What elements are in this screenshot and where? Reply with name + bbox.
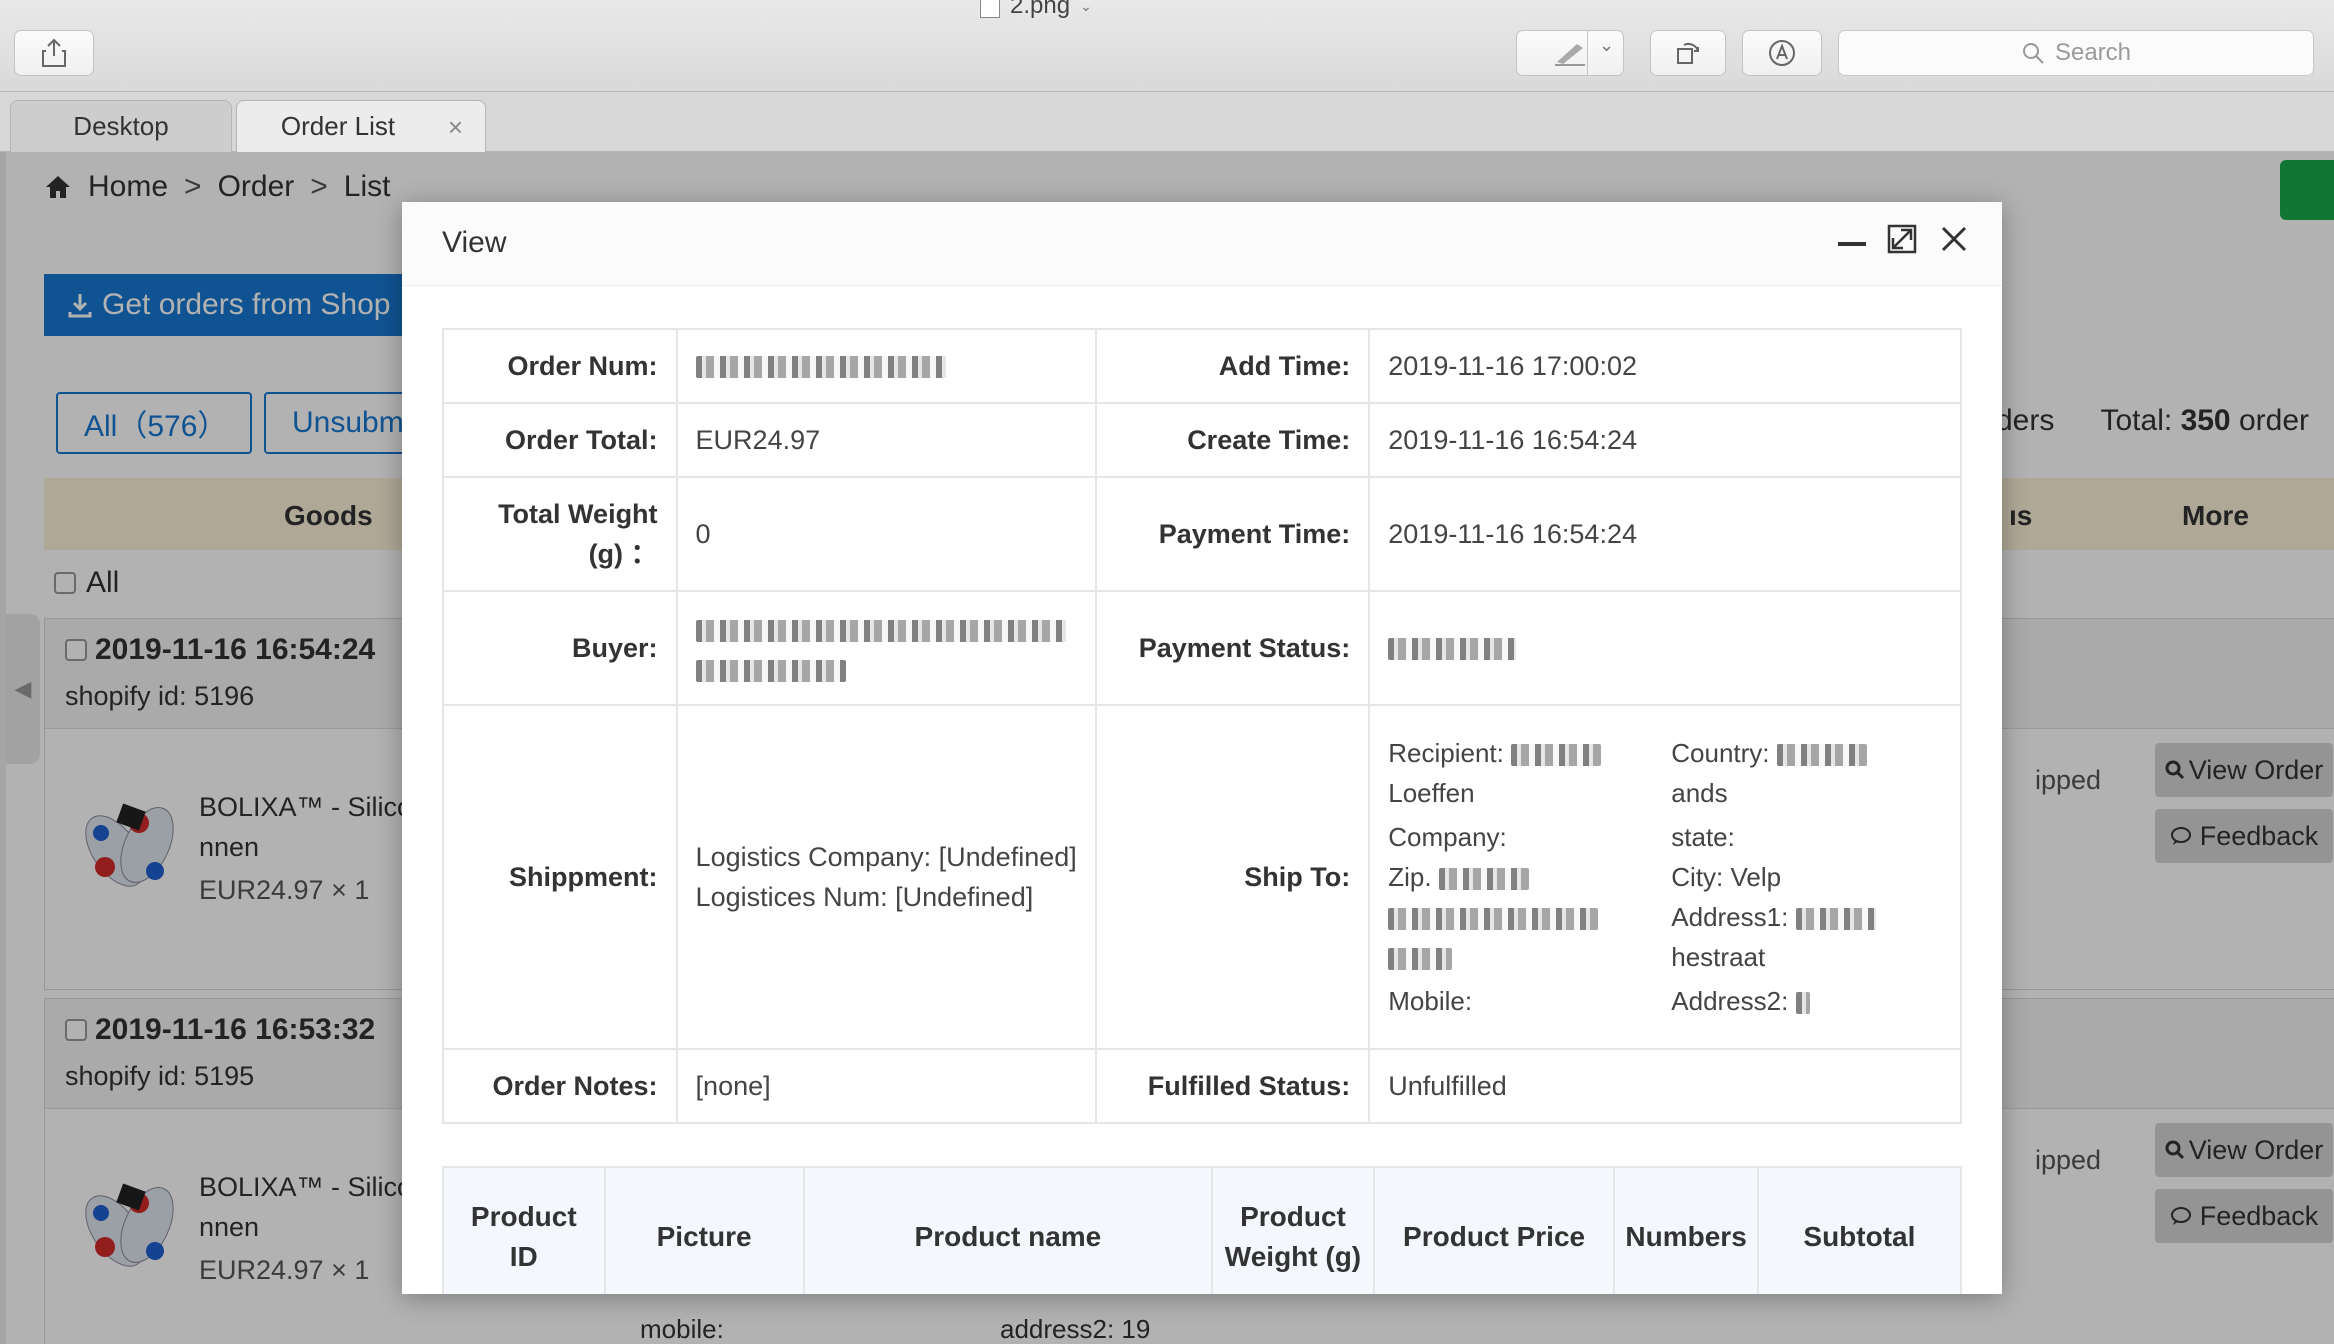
add-time-value: 2019-11-16 17:00:02 — [1368, 328, 1962, 404]
rotate-button[interactable] — [1650, 30, 1726, 76]
search-placeholder: Search — [2054, 39, 2132, 66]
window-title[interactable]: 2.png ⌄ — [980, 0, 1092, 20]
redacted-text — [1388, 638, 1517, 661]
order-total-value: EUR24.97 — [675, 402, 1098, 478]
create-time-value: 2019-11-16 16:54:24 — [1368, 402, 1962, 478]
order-notes-value: [none] — [675, 1048, 1098, 1124]
city-label: City: Velp — [1671, 862, 1782, 892]
ship-to-value: Recipient: Loeffen Country: ands Company… — [1368, 704, 1962, 1050]
column-subtotal: Subtotal — [1756, 1166, 1963, 1294]
fulfilled-status-value: Unfulfilled — [1368, 1048, 1962, 1124]
total-weight-value: 0 — [675, 476, 1098, 592]
column-product-name: Product name — [802, 1166, 1214, 1294]
annotate-icon — [1769, 40, 1795, 66]
address2-field: Address2: — [1671, 981, 1911, 1021]
country-field: Country: ands — [1671, 733, 1911, 813]
zip-label: Zip. — [1388, 862, 1432, 892]
order-num-value — [675, 328, 1098, 404]
close-icon[interactable] — [1936, 224, 1972, 260]
view-order-modal: View Order Num: Add Time: 2019-11-16 17:… — [402, 202, 2002, 1294]
redacted-text — [1438, 868, 1529, 891]
redacted-text — [1795, 908, 1876, 931]
markup-icon — [1555, 44, 1585, 66]
address1-field: Address1: hestraat — [1671, 897, 1911, 977]
file-name: 2.png — [1010, 0, 1071, 19]
buyer-label: Buyer: — [442, 590, 678, 706]
order-detail-table: Order Num: Add Time: 2019-11-16 17:00:02… — [442, 328, 1962, 1124]
add-time-label: Add Time: — [1095, 328, 1371, 404]
address2-label: Address2: — [1671, 986, 1789, 1016]
address1-label: Address1: — [1671, 902, 1789, 932]
column-numbers: Numbers — [1613, 1166, 1759, 1294]
column-product-id: Product ID — [442, 1166, 606, 1294]
payment-status-value — [1368, 590, 1962, 706]
logistics-company: Logistics Company: [Undefined] — [695, 842, 1077, 872]
redacted-text — [695, 356, 946, 379]
ship-to-grid: Recipient: Loeffen Country: ands Company… — [1388, 733, 1942, 1021]
redacted-text — [1795, 992, 1810, 1015]
ship-to-label: Ship To: — [1095, 704, 1371, 1050]
buyer-value — [675, 590, 1098, 706]
country-tail: ands — [1671, 778, 1728, 808]
file-icon — [980, 0, 1000, 18]
modal-title: View — [442, 226, 507, 259]
address1-tail: hestraat — [1671, 942, 1766, 972]
annotate-button[interactable] — [1742, 30, 1822, 76]
search-icon — [2022, 43, 2044, 64]
redacted-line — [1388, 897, 1671, 977]
shipment-label: Shippment: — [442, 704, 678, 1050]
close-icon[interactable]: × — [448, 112, 463, 143]
state-label: state: — [1671, 822, 1735, 852]
column-product-weight: Product Weight (g) — [1211, 1166, 1375, 1294]
company-label: Company: — [1388, 822, 1507, 852]
recipient-tail: Loeffen — [1388, 778, 1475, 808]
chevron-down-icon: ⌄ — [1080, 0, 1092, 14]
column-picture: Picture — [603, 1166, 805, 1294]
redacted-text — [1511, 744, 1602, 767]
modal-header: View — [402, 202, 2002, 286]
redacted-text — [1776, 744, 1867, 767]
tab-bar: Desktop Order List × — [0, 92, 2334, 152]
country-label: Country: — [1671, 738, 1770, 768]
redacted-text — [695, 620, 1066, 643]
share-button[interactable] — [14, 30, 94, 76]
markup-button[interactable]: ⌄ — [1516, 30, 1624, 76]
tab-label: Order List — [280, 111, 396, 141]
share-icon — [42, 38, 66, 67]
payment-time-label: Payment Time: — [1095, 476, 1371, 592]
product-table: Product ID Picture Product name Product … — [442, 1166, 1963, 1294]
redacted-text — [695, 659, 846, 682]
minimize-icon[interactable] — [1834, 224, 1870, 260]
create-time-label: Create Time: — [1095, 402, 1371, 478]
redacted-text — [1388, 908, 1599, 931]
redacted-text — [1388, 948, 1453, 971]
recipient-label: Recipient: — [1388, 738, 1504, 768]
total-weight-label: Total Weight (g) ： — [442, 476, 678, 592]
shipment-value: Logistics Company: [Undefined] Logistice… — [675, 704, 1098, 1050]
order-notes-label: Order Notes: — [442, 1048, 678, 1124]
tab-desktop[interactable]: Desktop — [10, 100, 232, 152]
mobile-label: Mobile: — [1388, 986, 1473, 1016]
zip-field: Zip. — [1388, 857, 1671, 897]
fulfilled-status-label: Fulfilled Status: — [1095, 1048, 1371, 1124]
tab-order-list[interactable]: Order List × — [236, 100, 486, 152]
recipient-field: Recipient: Loeffen — [1388, 733, 1671, 813]
column-product-price: Product Price — [1372, 1166, 1616, 1294]
maximize-icon[interactable] — [1884, 224, 1920, 260]
preview-toolbar: 2.png ⌄ ⌄ Search — [0, 0, 2334, 92]
logistics-num: Logistices Num: [Undefined] — [695, 882, 1034, 912]
rotate-icon — [1677, 42, 1699, 64]
chevron-down-icon: ⌄ — [1599, 35, 1615, 55]
payment-status-label: Payment Status: — [1095, 590, 1371, 706]
search-field[interactable]: Search — [1838, 30, 2314, 76]
order-total-label: Order Total: — [442, 402, 678, 478]
order-num-label: Order Num: — [442, 328, 678, 404]
tab-label: Desktop — [73, 111, 169, 141]
payment-time-value: 2019-11-16 16:54:24 — [1368, 476, 1962, 592]
